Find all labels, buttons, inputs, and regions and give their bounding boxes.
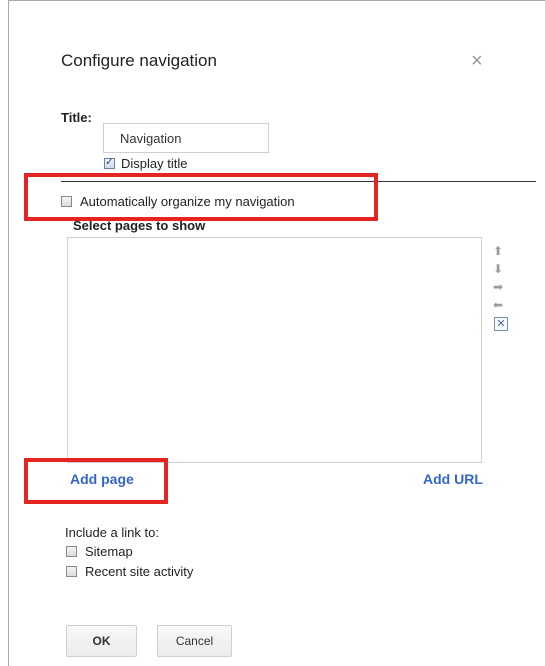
indent-icon[interactable]: ➡ — [493, 281, 503, 293]
display-title-checkbox[interactable] — [104, 155, 115, 170]
display-title-option[interactable]: Display title — [104, 155, 187, 171]
recent-activity-label: Recent site activity — [85, 564, 194, 580]
sitemap-option[interactable]: Sitemap — [66, 543, 133, 559]
recent-activity-checkbox[interactable] — [66, 566, 77, 578]
move-up-icon[interactable]: ⬆ — [493, 245, 503, 257]
highlight-auto-organize — [24, 173, 378, 221]
dialog-title: Configure navigation — [61, 51, 217, 70]
sitemap-label: Sitemap — [85, 544, 133, 560]
highlight-add-page — [24, 458, 168, 504]
include-link-label: Include a link to: — [65, 525, 159, 540]
title-label: Title: — [61, 110, 92, 125]
sitemap-checkbox[interactable] — [66, 546, 77, 558]
outdent-icon[interactable]: ⬅ — [493, 299, 503, 311]
close-icon[interactable]: × — [471, 51, 483, 71]
cancel-button[interactable]: Cancel — [157, 625, 232, 657]
configure-navigation-dialog: Configure navigation × Title: Display ti… — [8, 0, 545, 666]
add-url-link[interactable]: Add URL — [423, 471, 483, 487]
pages-list[interactable] — [67, 237, 482, 463]
title-input[interactable] — [103, 123, 269, 153]
display-title-label: Display title — [121, 156, 188, 172]
ok-button[interactable]: OK — [66, 625, 137, 657]
recent-activity-option[interactable]: Recent site activity — [66, 563, 193, 579]
remove-page-icon[interactable]: ✕ — [494, 317, 508, 331]
move-down-icon[interactable]: ⬇ — [493, 263, 503, 275]
